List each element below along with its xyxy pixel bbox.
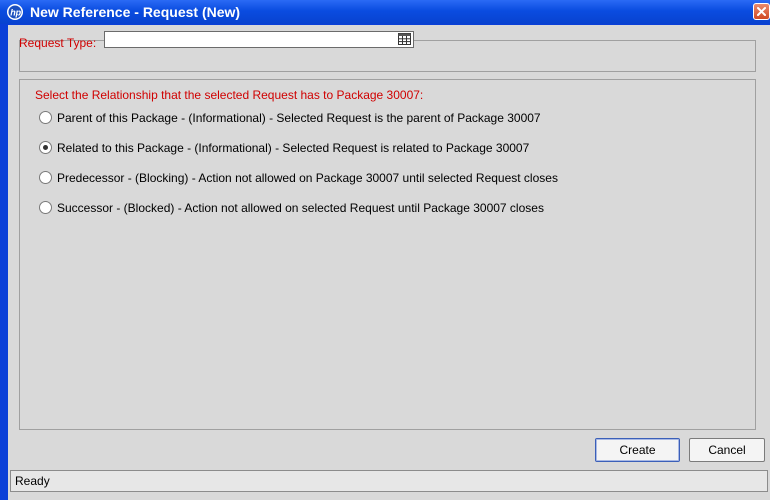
status-text: Ready (15, 474, 50, 488)
svg-text:hp: hp (10, 8, 21, 18)
dialog-content: Request Type: Select the Relationship th… (8, 25, 770, 500)
close-button[interactable] (753, 3, 770, 20)
hp-logo-icon: hp (7, 4, 23, 20)
request-type-label: Request Type: (19, 36, 97, 50)
relationship-option-label: Related to this Package - (Informational… (57, 141, 530, 155)
dialog-window: hp New Reference - Request (New) Request… (0, 0, 770, 500)
cancel-button[interactable]: Cancel (689, 438, 765, 462)
title-bar[interactable]: hp New Reference - Request (New) (0, 0, 770, 24)
create-button[interactable]: Create (595, 438, 680, 462)
radio-button[interactable] (39, 171, 52, 184)
relationship-option-label: Parent of this Package - (Informational)… (57, 111, 541, 125)
relationship-heading: Select the Relationship that the selecte… (35, 88, 424, 102)
radio-button[interactable] (39, 201, 52, 214)
relationship-option-label: Predecessor - (Blocking) - Action not al… (57, 171, 558, 185)
radio-button[interactable] (39, 111, 52, 124)
radio-button-selected[interactable] (39, 141, 52, 154)
status-bar: Ready (10, 470, 768, 492)
lookup-list-icon[interactable] (398, 33, 411, 45)
window-title: New Reference - Request (New) (30, 4, 241, 20)
relationship-option-label: Successor - (Blocked) - Action not allow… (57, 201, 544, 215)
relationship-panel (19, 79, 756, 430)
request-type-input[interactable] (104, 31, 414, 48)
close-icon (757, 7, 766, 16)
